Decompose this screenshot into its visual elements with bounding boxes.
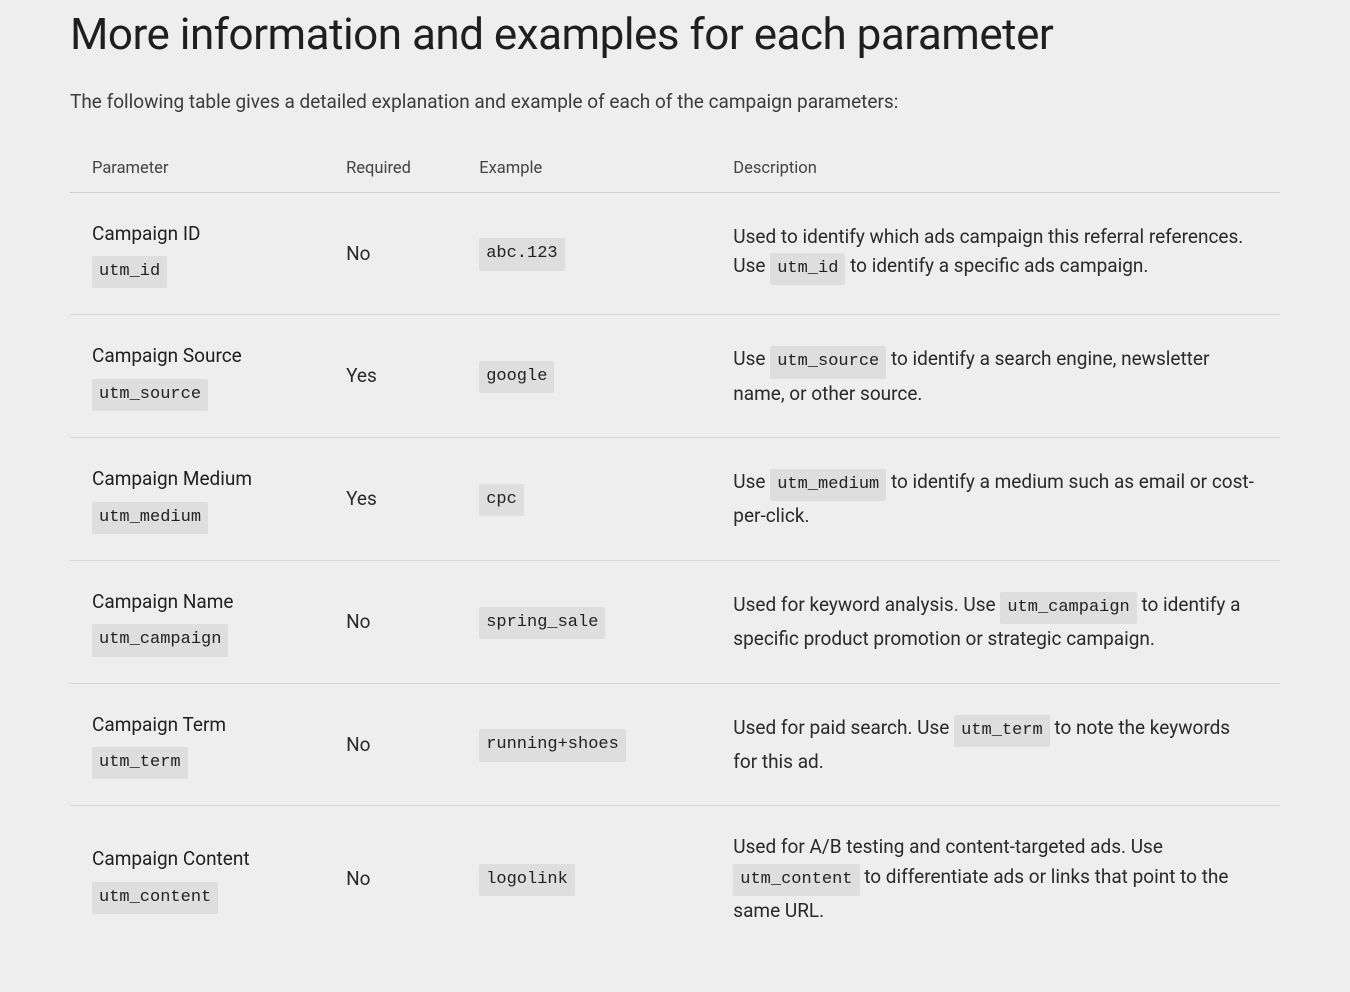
description-cell: Use utm_medium to identify a medium such… xyxy=(711,438,1280,561)
table-header-row: Parameter Required Example Description xyxy=(70,145,1280,193)
table-row: Campaign Medium utm_medium Yescpc Use utm_m… xyxy=(70,438,1280,561)
col-header-parameter: Parameter xyxy=(70,145,324,193)
page-title: More information and examples for each p… xyxy=(70,0,1280,60)
col-header-description: Description xyxy=(711,145,1280,193)
description-code: utm_medium xyxy=(770,469,886,501)
description-text: Use utm_source to identify a search engi… xyxy=(733,347,1209,404)
description-pre: Use xyxy=(733,347,770,370)
description-code: utm_term xyxy=(954,715,1050,747)
required-cell: Yes xyxy=(324,438,457,561)
table-row: Campaign Term utm_term No running+shoes Used… xyxy=(70,683,1280,806)
parameter-label: Campaign Medium xyxy=(92,464,302,493)
parameter-label: Campaign Content xyxy=(92,844,302,873)
parameter-label: Campaign Name xyxy=(92,587,302,616)
description-code: utm_content xyxy=(733,864,859,896)
example-code: abc.123 xyxy=(479,238,564,270)
description-text: Used for keyword analysis. Use utm_campa… xyxy=(733,593,1240,650)
parameter-cell: Campaign Source utm_source xyxy=(70,315,324,438)
parameter-cell: Campaign Name utm_campaign xyxy=(70,560,324,683)
example-cell: google xyxy=(457,315,711,438)
parameter-label: Campaign Term xyxy=(92,710,302,739)
col-header-example: Example xyxy=(457,145,711,193)
example-code: logolink xyxy=(479,864,575,896)
description-pre: Use xyxy=(733,470,770,493)
description-pre: Used for keyword analysis. Use xyxy=(733,593,1000,616)
example-code: cpc xyxy=(479,484,524,516)
required-cell: No xyxy=(324,192,457,315)
required-cell: No xyxy=(324,683,457,806)
parameter-code: utm_source xyxy=(92,379,208,411)
required-cell: No xyxy=(324,560,457,683)
description-code: utm_campaign xyxy=(1000,592,1136,624)
intro-paragraph: The following table gives a detailed exp… xyxy=(70,88,1280,117)
description-cell: Used to identify which ads campaign this… xyxy=(711,192,1280,315)
parameter-code: utm_medium xyxy=(92,502,208,534)
description-pre: Used for paid search. Use xyxy=(733,716,954,739)
description-cell: Used for paid search. Use utm_term to no… xyxy=(711,683,1280,806)
example-cell: spring_sale xyxy=(457,560,711,683)
description-text: Use utm_medium to identify a medium such… xyxy=(733,470,1254,527)
example-cell: abc.123 xyxy=(457,192,711,315)
description-code: utm_id xyxy=(770,253,845,285)
col-header-required: Required xyxy=(324,145,457,193)
description-cell: Used for keyword analysis. Use utm_campa… xyxy=(711,560,1280,683)
parameter-code: utm_id xyxy=(92,256,167,288)
description-text: Used for paid search. Use utm_term to no… xyxy=(733,716,1230,773)
table-row: Campaign Source utm_source Yes google Use ut… xyxy=(70,315,1280,438)
parameter-label: Campaign ID xyxy=(92,219,302,248)
page-container: More information and examples for each p… xyxy=(0,0,1350,992)
example-code: google xyxy=(479,361,554,393)
parameter-code: utm_content xyxy=(92,882,218,914)
example-cell: running+shoes xyxy=(457,683,711,806)
example-code: spring_sale xyxy=(479,607,605,639)
description-text: Used for A/B testing and content-targete… xyxy=(733,835,1228,922)
description-pre: Used for A/B testing and content-targete… xyxy=(733,835,1163,858)
parameter-cell: Campaign Term utm_term xyxy=(70,683,324,806)
example-code: running+shoes xyxy=(479,729,626,761)
parameter-code: utm_campaign xyxy=(92,624,228,656)
required-cell: Yes xyxy=(324,315,457,438)
description-code: utm_source xyxy=(770,346,886,378)
table-row: Campaign ID utm_id No abc.123 Used to identi… xyxy=(70,192,1280,315)
parameter-label: Campaign Source xyxy=(92,341,302,370)
parameter-cell: Campaign ID utm_id xyxy=(70,192,324,315)
parameters-table: Parameter Required Example Description C… xyxy=(70,145,1280,952)
description-text: Used to identify which ads campaign this… xyxy=(733,225,1243,277)
description-cell: Use utm_source to identify a search engi… xyxy=(711,315,1280,438)
table-row: Campaign Name utm_campaign No spring_sale Us… xyxy=(70,560,1280,683)
description-post: to identify a specific ads campaign. xyxy=(845,254,1148,277)
parameter-cell: Campaign Medium utm_medium xyxy=(70,438,324,561)
parameter-code: utm_term xyxy=(92,747,188,779)
example-cell: cpc xyxy=(457,438,711,561)
